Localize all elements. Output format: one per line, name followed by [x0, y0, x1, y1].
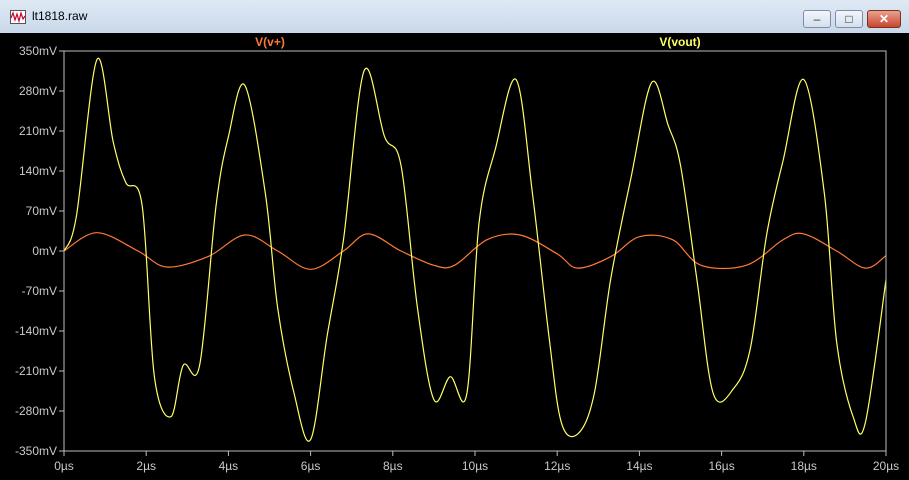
- x-tick-label: 14µs: [626, 459, 652, 473]
- waveform-plot[interactable]: 350mV 280mV 210mV 140mV 70mV 0mV -70mV -140mV -2…: [0, 33, 909, 480]
- x-tick-label: 4µs: [219, 459, 239, 473]
- y-tick-label: 280mV: [19, 84, 57, 98]
- y-tick-label: 350mV: [19, 44, 57, 58]
- x-tick-label: 12µs: [544, 459, 570, 473]
- x-tick-label: 6µs: [301, 459, 321, 473]
- y-tick-label: 0mV: [32, 244, 57, 258]
- legend-v-plus: V(v+): [255, 35, 285, 49]
- x-tick-label: 10µs: [462, 459, 488, 473]
- maximize-icon: □: [845, 12, 853, 26]
- x-tick-label: 16µs: [708, 459, 734, 473]
- legend-v-vout: V(vout): [659, 35, 700, 49]
- title-bar: lt1818.raw – □ ✕: [0, 0, 909, 34]
- x-tick-label: 18µs: [791, 459, 817, 473]
- x-tick-label: 2µs: [136, 459, 156, 473]
- waveform-icon: [10, 10, 26, 24]
- close-icon: ✕: [878, 12, 890, 26]
- y-tick-label: -140mV: [15, 324, 57, 338]
- y-tick-label: -350mV: [15, 444, 57, 458]
- maximize-button[interactable]: □: [835, 10, 863, 28]
- close-button[interactable]: ✕: [867, 10, 901, 28]
- minimize-icon: –: [813, 12, 821, 26]
- minimize-button[interactable]: –: [803, 10, 831, 28]
- window-title: lt1818.raw: [32, 9, 88, 23]
- y-tick-label: -280mV: [15, 404, 57, 418]
- plot-background: [0, 33, 909, 480]
- x-tick-label: 8µs: [383, 459, 403, 473]
- y-tick-label: -70mV: [22, 284, 57, 298]
- x-tick-label: 20µs: [873, 459, 899, 473]
- y-tick-label: 70mV: [26, 204, 57, 218]
- y-tick-label: 210mV: [19, 124, 57, 138]
- y-tick-label: 140mV: [19, 164, 57, 178]
- y-tick-label: -210mV: [15, 364, 57, 378]
- x-tick-label: 0µs: [54, 459, 74, 473]
